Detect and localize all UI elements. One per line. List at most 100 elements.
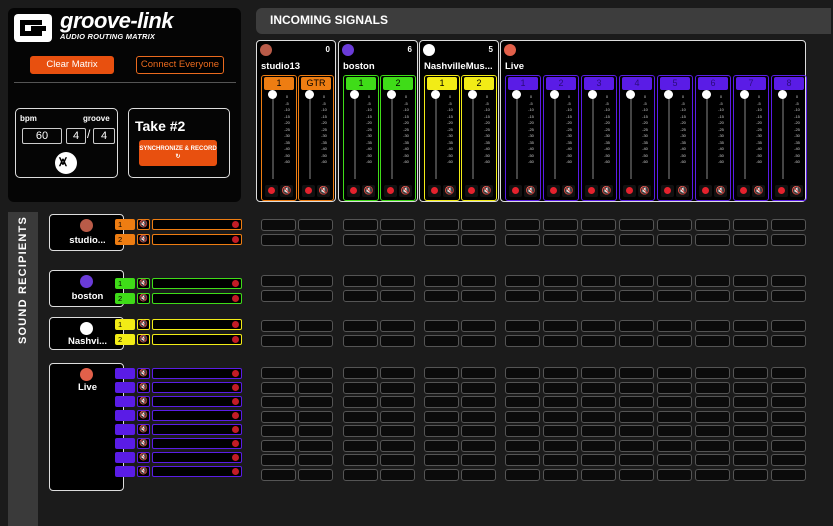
matrix-cell[interactable] (771, 367, 806, 379)
matrix-cell[interactable] (461, 396, 496, 408)
record-dot-icon[interactable] (302, 185, 315, 197)
matrix-cell[interactable] (543, 335, 578, 347)
matrix-cell[interactable] (298, 335, 333, 347)
matrix-cell[interactable] (543, 425, 578, 437)
matrix-cell[interactable] (261, 439, 296, 452)
matrix-cell[interactable] (657, 275, 692, 287)
recipient-level-bar[interactable] (152, 466, 242, 477)
matrix-cell[interactable] (380, 367, 415, 379)
matrix-cell[interactable] (343, 367, 378, 379)
fader-knob[interactable] (431, 90, 440, 99)
fader-knob[interactable] (268, 90, 277, 99)
matrix-cell[interactable] (298, 275, 333, 287)
matrix-cell[interactable] (298, 410, 333, 423)
matrix-cell[interactable] (343, 439, 378, 452)
matrix-cell[interactable] (733, 381, 768, 394)
record-dot-icon[interactable] (775, 185, 788, 197)
speaker-muted-icon[interactable]: 🔇 (480, 185, 493, 197)
matrix-cell[interactable] (733, 219, 768, 231)
matrix-cell[interactable] (461, 275, 496, 287)
matrix-cell[interactable] (771, 335, 806, 347)
record-dot-icon[interactable] (661, 185, 674, 197)
matrix-cell[interactable] (424, 290, 459, 302)
matrix-cell[interactable] (771, 320, 806, 332)
matrix-cell[interactable] (298, 381, 333, 394)
matrix-cell[interactable] (543, 367, 578, 379)
record-dot-icon[interactable] (265, 185, 278, 197)
record-dot-icon[interactable] (509, 185, 522, 197)
recipient-level-bar[interactable] (152, 278, 242, 289)
matrix-cell[interactable] (733, 320, 768, 332)
matrix-cell[interactable] (581, 219, 616, 231)
matrix-cell[interactable] (657, 219, 692, 231)
matrix-cell[interactable] (380, 381, 415, 394)
matrix-cell[interactable] (581, 275, 616, 287)
clear-matrix-button[interactable]: Clear Matrix (30, 56, 114, 74)
recipient-level-bar[interactable] (152, 396, 242, 407)
matrix-cell[interactable] (298, 439, 333, 452)
fader-knob[interactable] (387, 90, 396, 99)
matrix-cell[interactable] (771, 396, 806, 408)
matrix-cell[interactable] (261, 454, 296, 466)
speaker-muted-icon[interactable]: 🔇 (137, 368, 150, 379)
matrix-cell[interactable] (695, 320, 730, 332)
matrix-cell[interactable] (261, 335, 296, 347)
record-dot-icon[interactable] (585, 185, 598, 197)
speaker-muted-icon[interactable]: 🔇 (638, 185, 651, 197)
matrix-cell[interactable] (543, 275, 578, 287)
recipient-level-bar[interactable] (152, 452, 242, 463)
fader-knob[interactable] (305, 90, 314, 99)
speaker-muted-icon[interactable]: 🔇 (600, 185, 613, 197)
recipient-level-bar[interactable] (152, 234, 242, 245)
fader-knob[interactable] (588, 90, 597, 99)
matrix-cell[interactable] (343, 425, 378, 437)
speaker-muted-icon[interactable]: 🔇 (137, 438, 150, 449)
matrix-cell[interactable] (619, 410, 654, 423)
recipient-card[interactable]: boston (49, 270, 124, 307)
matrix-cell[interactable] (581, 367, 616, 379)
matrix-cell[interactable] (380, 219, 415, 231)
matrix-cell[interactable] (380, 410, 415, 423)
matrix-cell[interactable] (771, 234, 806, 246)
matrix-cell[interactable] (657, 290, 692, 302)
matrix-cell[interactable] (261, 219, 296, 231)
matrix-cell[interactable] (505, 275, 540, 287)
matrix-cell[interactable] (657, 410, 692, 423)
speaker-muted-icon[interactable]: 🔇 (137, 382, 150, 393)
recipient-level-bar[interactable] (152, 438, 242, 449)
matrix-cell[interactable] (424, 410, 459, 423)
matrix-cell[interactable] (657, 439, 692, 452)
matrix-cell[interactable] (424, 454, 459, 466)
matrix-cell[interactable] (261, 410, 296, 423)
matrix-cell[interactable] (261, 381, 296, 394)
fader-knob[interactable] (778, 90, 787, 99)
synchronize-record-button[interactable]: SYNCHRONIZE & RECORD ↻ (139, 140, 217, 166)
matrix-cell[interactable] (461, 320, 496, 332)
matrix-cell[interactable] (461, 410, 496, 423)
matrix-cell[interactable] (619, 439, 654, 452)
speaker-muted-icon[interactable]: 🔇 (790, 185, 803, 197)
matrix-cell[interactable] (380, 320, 415, 332)
matrix-cell[interactable] (505, 425, 540, 437)
speaker-muted-icon[interactable]: 🔇 (137, 293, 150, 304)
speaker-muted-icon[interactable]: 🔇 (137, 452, 150, 463)
matrix-cell[interactable] (771, 439, 806, 452)
matrix-cell[interactable] (343, 468, 378, 481)
matrix-cell[interactable] (733, 425, 768, 437)
matrix-cell[interactable] (581, 320, 616, 332)
matrix-cell[interactable] (619, 219, 654, 231)
matrix-cell[interactable] (581, 335, 616, 347)
matrix-cell[interactable] (298, 367, 333, 379)
record-dot-icon[interactable] (428, 185, 441, 197)
matrix-cell[interactable] (343, 320, 378, 332)
matrix-cell[interactable] (298, 234, 333, 246)
speaker-muted-icon[interactable]: 🔇 (443, 185, 456, 197)
groove-denominator-input[interactable]: 4 (93, 128, 115, 144)
matrix-cell[interactable] (695, 410, 730, 423)
fader-knob[interactable] (512, 90, 521, 99)
matrix-cell[interactable] (298, 425, 333, 437)
matrix-cell[interactable] (581, 396, 616, 408)
matrix-cell[interactable] (298, 468, 333, 481)
matrix-cell[interactable] (695, 454, 730, 466)
record-dot-icon[interactable] (623, 185, 636, 197)
